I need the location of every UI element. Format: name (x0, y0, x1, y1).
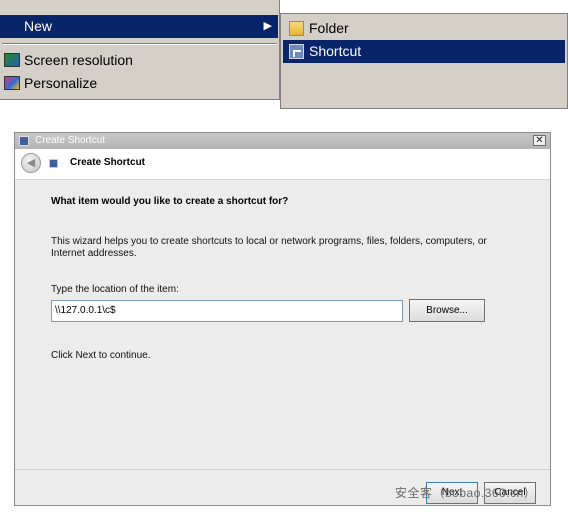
shortcut-icon (289, 44, 304, 59)
menu-item-personalize[interactable]: Personalize (0, 72, 278, 95)
menu-separator (2, 43, 277, 45)
submenu-item-shortcut-label: Shortcut (309, 43, 362, 59)
shortcut-small-icon (49, 159, 58, 168)
menu-item-new[interactable]: New ▶ (0, 15, 278, 38)
submenu-item-folder-label: Folder (309, 20, 349, 36)
menu-item-new-label: New (24, 18, 53, 34)
personalize-icon (4, 76, 20, 90)
continue-hint: Click Next to continue. (51, 350, 151, 361)
wizard-title: Create Shortcut (70, 157, 146, 168)
shortcut-app-icon (19, 136, 29, 146)
submenu-item-shortcut[interactable]: Shortcut (283, 40, 565, 63)
context-menu: New ▶ Screen resolution Personalize (0, 0, 280, 100)
location-label: Type the location of the item: (51, 284, 179, 295)
wizard-content: What item would you like to create a sho… (15, 179, 550, 469)
wizard-question: What item would you like to create a sho… (51, 196, 289, 207)
new-submenu: Folder Shortcut (280, 13, 568, 109)
dialog-window-title: Create Shortcut (35, 135, 106, 146)
menu-item-screen-resolution-label: Screen resolution (24, 52, 133, 68)
dialog-titlebar[interactable]: Create Shortcut ✕ (15, 133, 550, 149)
submenu-item-folder[interactable]: Folder (283, 17, 565, 40)
submenu-arrow-icon: ▶ (263, 20, 272, 32)
watermark: 安全客（bobao.360.cn） (395, 486, 537, 500)
back-arrow-icon[interactable]: ◀ (21, 153, 41, 173)
create-shortcut-dialog: Create Shortcut ✕ ◀ Create Shortcut What… (14, 132, 551, 506)
wizard-header: ◀ Create Shortcut (15, 149, 550, 179)
menu-item-personalize-label: Personalize (24, 75, 98, 91)
location-input[interactable]: \\127.0.0.1\c$ (51, 300, 403, 322)
wizard-description: This wizard helps you to create shortcut… (51, 236, 487, 259)
menu-item-screen-resolution[interactable]: Screen resolution (0, 49, 278, 72)
monitor-icon (4, 53, 20, 67)
folder-icon (289, 21, 304, 36)
browse-button[interactable]: Browse... (409, 299, 485, 322)
close-button[interactable]: ✕ (533, 135, 546, 146)
